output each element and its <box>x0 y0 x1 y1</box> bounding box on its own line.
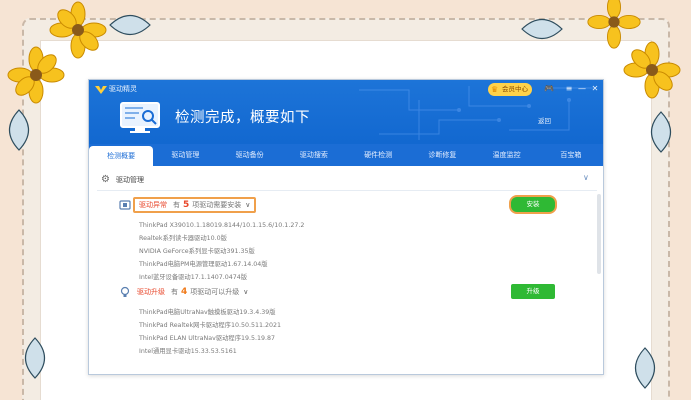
abnormal-suffix: 项驱动需要安装 <box>192 201 242 209</box>
divider <box>97 190 597 191</box>
abnormal-driver-list: ThinkPad X39010.1.18019.8144/10.1.15.6/1… <box>139 219 589 284</box>
chevron-down-icon[interactable]: ∨ <box>243 288 248 296</box>
list-item: Intel通用显卡驱动15.33.53.5161 <box>139 348 237 355</box>
upgrade-driver-group: 驱动升级 有 4 项驱动可以升级 ∨ 升级 ThinkPad电脑UltraNav… <box>119 284 589 358</box>
back-link[interactable]: 返回 <box>538 115 551 125</box>
abnormal-summary-highlight[interactable]: 驱动异常 有 5 项驱动需要安装 ∨ <box>133 197 257 213</box>
upgrade-prefix: 有 <box>171 288 178 296</box>
chevron-down-icon: ∨ <box>245 201 251 209</box>
list-item: ThinkPad电脑UltraNav触摸板驱动19.3.4.39版 <box>139 309 276 316</box>
tab-diagnose-repair[interactable]: 诊断修复 <box>410 144 474 166</box>
app-logo-icon <box>95 86 107 94</box>
gamepad-icon[interactable]: 🎮 <box>543 83 555 95</box>
abnormal-prefix: 有 <box>173 201 180 209</box>
tab-driver-search[interactable]: 驱动搜索 <box>282 144 346 166</box>
list-item: Realtek系列读卡器驱动10.0版 <box>139 235 227 242</box>
vip-center-button[interactable]: ♛ 会员中心 <box>488 83 532 96</box>
monitor-scan-icon <box>120 102 160 133</box>
tab-overview[interactable]: 检测概要 <box>89 146 154 166</box>
list-item: ThinkPad电脑PM电源管理驱动1.67.14.04版 <box>139 261 268 268</box>
section-title: 驱动管理 <box>115 176 144 184</box>
crown-icon: ♛ <box>491 85 499 94</box>
scrollbar[interactable] <box>597 194 601 274</box>
vip-center-label: 会员中心 <box>502 85 528 93</box>
chevron-down-icon[interactable]: ∨ <box>583 173 589 182</box>
abnormal-driver-group: 驱动异常 有 5 项驱动需要安装 ∨ 安装 ThinkPad X39010.1.… <box>119 197 589 284</box>
title-bar: 驱动精灵 ♛ 会员中心 🎮 ≡ — ✕ 检测完成，概要如下 返回 <box>89 80 603 144</box>
list-item: Intel蓝牙设备驱动17.1.1407.0474版 <box>139 274 248 281</box>
section-header: ⚙ 驱动管理 <box>101 173 144 187</box>
leaf-icon <box>8 109 30 151</box>
list-item: ThinkPad ELAN UltraNav驱动程序19.5.19.87 <box>139 335 276 342</box>
tab-toolbox[interactable]: 百宝箱 <box>539 144 603 166</box>
header-title: 检测完成，概要如下 <box>175 110 310 126</box>
install-button[interactable]: 安装 <box>511 197 555 212</box>
list-item: NVIDIA GeForce系列显卡驱动391.35版 <box>139 248 255 255</box>
content-area: ⚙ 驱动管理 ∨ 驱动异常 有 5 项驱动需要安装 ∨ 安装 ThinkPad … <box>89 166 603 374</box>
menu-icon[interactable]: ≡ <box>563 83 575 95</box>
flower-icon <box>7 46 65 104</box>
close-icon[interactable]: ✕ <box>589 83 601 95</box>
abnormal-title: 驱动异常 <box>139 201 167 209</box>
list-item: ThinkPad X39010.1.18019.8144/10.1.15.6/1… <box>139 222 305 229</box>
driver-warning-icon <box>119 200 131 210</box>
upgrade-count: 4 <box>181 287 188 297</box>
leaf-icon <box>521 18 563 40</box>
tab-hardware-check[interactable]: 硬件检测 <box>346 144 410 166</box>
tab-temperature[interactable]: 温度监控 <box>475 144 539 166</box>
tab-driver-manage[interactable]: 驱动管理 <box>153 144 217 166</box>
tab-driver-backup[interactable]: 驱动备份 <box>218 144 282 166</box>
leaf-icon <box>650 111 672 153</box>
gear-icon: ⚙ <box>101 174 110 185</box>
tab-bar: 检测概要 驱动管理 驱动备份 驱动搜索 硬件检测 诊断修复 温度监控 百宝箱 <box>89 144 603 166</box>
app-name: 驱动精灵 <box>109 85 137 93</box>
upgrade-suffix: 项驱动可以升级 <box>190 288 240 296</box>
minimize-icon[interactable]: — <box>576 83 588 95</box>
leaf-icon <box>634 347 656 389</box>
leaf-icon <box>109 14 151 36</box>
leaf-icon <box>24 337 46 379</box>
list-item: ThinkPad Realtek网卡驱动程序10.50.511.2021 <box>139 322 282 329</box>
flower-icon <box>623 41 681 99</box>
abnormal-count: 5 <box>183 200 190 210</box>
upgrade-button[interactable]: 升级 <box>511 284 555 299</box>
driver-app-window: 驱动精灵 ♛ 会员中心 🎮 ≡ — ✕ 检测完成，概要如下 返回 检测概要 驱动… <box>88 79 604 375</box>
upgrade-driver-list: ThinkPad电脑UltraNav触摸板驱动19.3.4.39版 ThinkP… <box>139 306 589 358</box>
upgrade-title: 驱动升级 <box>137 288 165 296</box>
lightbulb-icon <box>120 286 130 297</box>
